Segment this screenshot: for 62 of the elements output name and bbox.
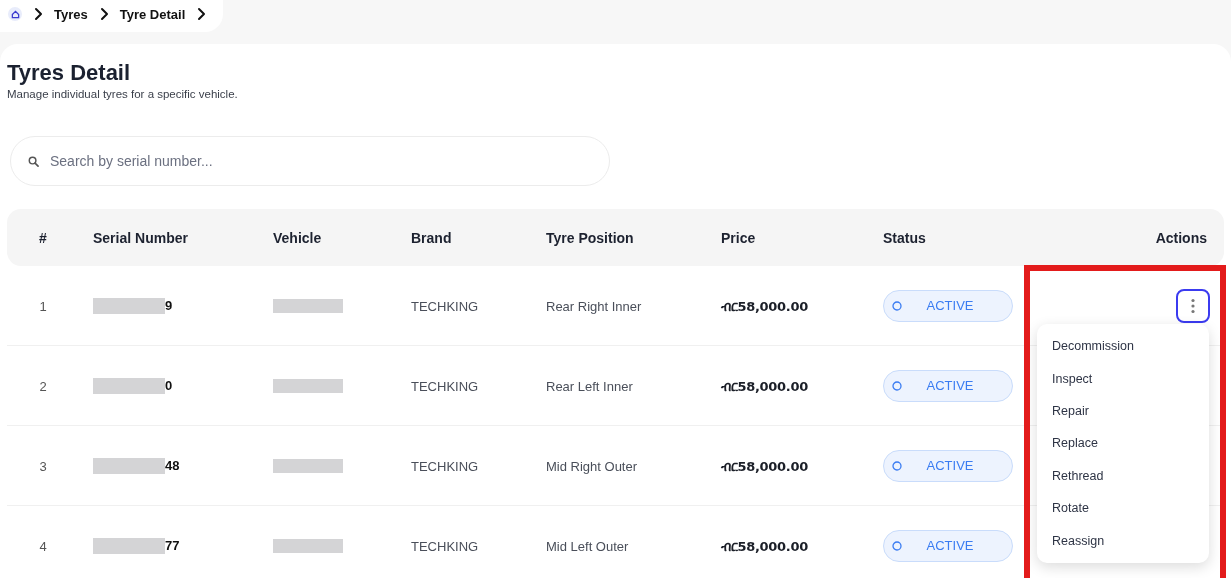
circle-icon — [892, 460, 902, 471]
redaction-block — [273, 378, 343, 393]
redaction-block — [93, 297, 165, 314]
menu-item[interactable]: Rethread — [1037, 459, 1209, 492]
table-cell: TECHKING — [411, 378, 479, 394]
table-cell: 1 — [39, 298, 47, 314]
status-badge: ACTIVE — [883, 369, 1013, 402]
page-title: Tyres Detail — [7, 60, 132, 86]
menu-item[interactable]: Inspect — [1037, 362, 1209, 395]
column-header: Brand — [411, 229, 452, 246]
menu-item[interactable]: Decommission — [1037, 330, 1209, 363]
table-cell: 3 — [39, 458, 47, 474]
search-field[interactable]: Search by serial number... — [10, 136, 610, 186]
table-cell: 4 — [39, 538, 47, 554]
redaction-block — [273, 538, 343, 553]
column-header: Tyre Position — [546, 229, 634, 246]
table-cell: Mid Left Outer — [546, 538, 629, 554]
more-button[interactable] — [1176, 288, 1210, 323]
redaction-block — [93, 457, 165, 474]
redaction-block — [93, 377, 165, 394]
menu-item[interactable]: Rotate — [1037, 491, 1209, 525]
kebab-icon — [1191, 297, 1195, 314]
status-badge: ACTIVE — [883, 449, 1013, 482]
menu-item[interactable]: Replace — [1037, 427, 1209, 460]
serial-number: 9 — [165, 298, 173, 313]
table-cell: Rear Left Inner — [546, 378, 633, 394]
status-badge: ACTIVE — [883, 289, 1013, 322]
breadcrumb-link[interactable]: Tyre Detail — [119, 6, 186, 22]
price-cell: ብር58,000.00 — [721, 538, 808, 554]
table-cell: 2 — [39, 378, 47, 394]
serial-number: 48 — [165, 458, 180, 473]
column-header: # — [38, 229, 48, 246]
circle-icon — [892, 300, 902, 311]
redaction-block — [93, 537, 165, 554]
circle-icon — [892, 380, 902, 391]
serial-number: 0 — [165, 378, 173, 393]
search-icon — [28, 156, 39, 167]
page-subtitle: Manage individual tyres for a specific vehicle. — [7, 88, 239, 100]
column-header: Status — [883, 229, 926, 246]
price-cell: ብር58,000.00 — [721, 298, 808, 314]
circle-icon — [892, 540, 902, 551]
serial-number: 77 — [165, 538, 180, 553]
menu-item[interactable]: Repair — [1037, 394, 1209, 428]
table-cell: Mid Right Outer — [546, 458, 638, 474]
column-header: Serial Number — [93, 229, 188, 246]
breadcrumb-link[interactable]: Tyres — [54, 6, 88, 22]
redaction-block — [273, 458, 343, 473]
menu-item[interactable]: Reassign — [1037, 524, 1209, 557]
price-cell: ብር58,000.00 — [721, 378, 808, 394]
home-icon[interactable] — [8, 7, 22, 21]
column-header: Vehicle — [273, 229, 322, 246]
table-cell: TECHKING — [411, 458, 479, 474]
status-badge: ACTIVE — [883, 529, 1013, 562]
table-cell: TECHKING — [411, 298, 479, 314]
chevron-icon — [32, 7, 44, 21]
column-header: Price — [721, 229, 756, 246]
chevron-icon — [195, 7, 208, 21]
column-header: Actions — [1154, 229, 1208, 246]
table-cell: Rear Right Inner — [546, 298, 642, 314]
table-cell: TECHKING — [411, 538, 479, 554]
price-cell: ብር58,000.00 — [721, 458, 808, 474]
redaction-block — [273, 298, 343, 313]
